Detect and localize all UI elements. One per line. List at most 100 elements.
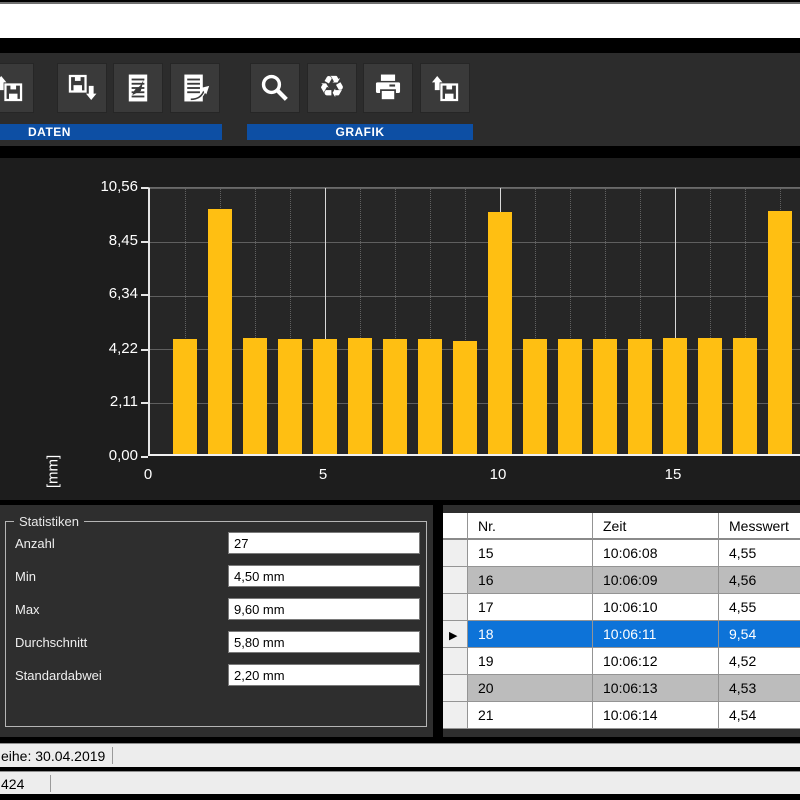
plot-area[interactable]	[148, 187, 800, 456]
y-tick-mark	[141, 241, 148, 243]
chart-bar[interactable]	[173, 339, 197, 454]
device-id-text: 424	[1, 776, 24, 792]
row-header-cell[interactable]	[443, 675, 468, 702]
chart-bar[interactable]	[383, 339, 407, 454]
chart-bar[interactable]	[663, 338, 687, 454]
status-separator	[112, 747, 113, 764]
stat-value-durchschnitt[interactable]	[228, 631, 420, 653]
measurement-chart: [mm] 10,568,456,344,222,110,00051015	[0, 158, 800, 500]
chart-bar[interactable]	[453, 341, 477, 454]
status-separator	[50, 775, 51, 792]
series-date-text: eihe: 30.04.2019	[1, 748, 105, 764]
stat-label-standardabwei: Standardabwei	[15, 668, 102, 683]
column-header-zeit[interactable]: Zeit	[593, 513, 719, 540]
chart-bar[interactable]	[628, 339, 652, 454]
toolbar: DATEN♻GRAFIK	[0, 53, 800, 146]
row-header-cell[interactable]	[443, 594, 468, 621]
load-data-button[interactable]	[0, 63, 34, 113]
cell-nr[interactable]: 17	[468, 594, 593, 621]
chart-bar[interactable]	[593, 339, 617, 454]
y-tick-label: 0,00	[48, 447, 138, 464]
cell-nr[interactable]: 18	[468, 621, 593, 648]
y-tick-label: 2,11	[48, 393, 138, 410]
export-data-button[interactable]	[113, 63, 163, 113]
cell-messwert[interactable]: 4,56	[719, 567, 800, 594]
chart-bar[interactable]	[768, 211, 792, 454]
measurement-table-panel: Nr.ZeitMesswert1510:06:084,551610:06:094…	[443, 505, 800, 737]
chart-bar[interactable]	[208, 209, 232, 454]
cell-messwert[interactable]: 4,55	[719, 540, 800, 567]
cell-zeit[interactable]: 10:06:13	[593, 675, 719, 702]
document-arrow-icon	[178, 71, 212, 105]
table-row[interactable]: 1910:06:124,52	[443, 648, 800, 675]
table-header-row: Nr.ZeitMesswert	[443, 513, 800, 540]
chart-bar[interactable]	[733, 338, 757, 454]
print-button[interactable]	[363, 63, 413, 113]
stat-value-standardabwei[interactable]	[228, 664, 420, 686]
cell-zeit[interactable]: 10:06:11	[593, 621, 719, 648]
table-row[interactable]: 2110:06:144,54	[443, 702, 800, 729]
chart-bar[interactable]	[243, 338, 267, 454]
cell-zeit[interactable]: 10:06:14	[593, 702, 719, 729]
column-header-nr[interactable]: Nr.	[468, 513, 593, 540]
chart-bar[interactable]	[488, 212, 512, 454]
cell-messwert[interactable]: 9,54	[719, 621, 800, 648]
chart-bar[interactable]	[278, 339, 302, 454]
table-row[interactable]: 1710:06:104,55	[443, 594, 800, 621]
stat-value-anzahl[interactable]	[228, 532, 420, 554]
cell-messwert[interactable]: 4,54	[719, 702, 800, 729]
application-window: DATEN♻GRAFIK [mm] 10,568,456,344,222,110…	[0, 0, 800, 800]
save-graphic-button[interactable]	[420, 63, 470, 113]
current-row-icon: ▶	[449, 630, 457, 642]
recycle-icon: ♻	[315, 71, 349, 105]
table-row[interactable]: 2010:06:134,53	[443, 675, 800, 702]
chart-bar[interactable]	[698, 338, 722, 454]
printer-icon	[371, 71, 405, 105]
stat-label-anzahl: Anzahl	[15, 536, 55, 551]
cell-zeit[interactable]: 10:06:08	[593, 540, 719, 567]
y-tick-mark	[141, 456, 148, 458]
table-row[interactable]: ▶ 1810:06:119,54	[443, 621, 800, 648]
cell-zeit[interactable]: 10:06:09	[593, 567, 719, 594]
stat-label-durchschnitt: Durchschnitt	[15, 635, 87, 650]
statistics-panel: Statistiken AnzahlMinMaxDurchschnittStan…	[0, 505, 433, 737]
table-row[interactable]: 1510:06:084,55	[443, 540, 800, 567]
y-tick-label: 6,34	[48, 285, 138, 302]
cell-nr[interactable]: 16	[468, 567, 593, 594]
cell-messwert[interactable]: 4,53	[719, 675, 800, 702]
chart-bar[interactable]	[348, 338, 372, 454]
zoom-button[interactable]	[250, 63, 300, 113]
x-tick-label: 0	[128, 466, 168, 483]
cell-zeit[interactable]: 10:06:10	[593, 594, 719, 621]
row-selector-arrow[interactable]: ▶	[443, 621, 468, 648]
y-tick-label: 4,22	[48, 340, 138, 357]
refresh-button[interactable]: ♻	[307, 63, 357, 113]
cell-nr[interactable]: 20	[468, 675, 593, 702]
cell-zeit[interactable]: 10:06:12	[593, 648, 719, 675]
chart-bar[interactable]	[418, 339, 442, 454]
chart-bar[interactable]	[558, 339, 582, 454]
cell-messwert[interactable]: 4,55	[719, 594, 800, 621]
cell-nr[interactable]: 15	[468, 540, 593, 567]
report-button[interactable]	[170, 63, 220, 113]
row-header-cell[interactable]	[443, 702, 468, 729]
row-header-cell[interactable]	[443, 648, 468, 675]
stat-value-min[interactable]	[228, 565, 420, 587]
stat-value-max[interactable]	[228, 598, 420, 620]
cell-nr[interactable]: 21	[468, 702, 593, 729]
column-header-messwert[interactable]: Messwert	[719, 513, 800, 540]
table-row[interactable]: 1610:06:094,56	[443, 567, 800, 594]
cell-nr[interactable]: 19	[468, 648, 593, 675]
row-header-cell[interactable]	[443, 567, 468, 594]
row-header-cell[interactable]	[443, 540, 468, 567]
floppy-up-icon	[0, 71, 26, 105]
save-data-button[interactable]	[57, 63, 107, 113]
chart-bar[interactable]	[313, 339, 337, 454]
x-tick-label: 5	[303, 466, 343, 483]
stat-label-max: Max	[15, 602, 40, 617]
cell-messwert[interactable]: 4,52	[719, 648, 800, 675]
toolbar-group-label-grafik: GRAFIK	[247, 124, 473, 140]
chart-bar[interactable]	[523, 339, 547, 454]
y-tick-mark	[141, 294, 148, 296]
h-gridline	[150, 188, 800, 189]
